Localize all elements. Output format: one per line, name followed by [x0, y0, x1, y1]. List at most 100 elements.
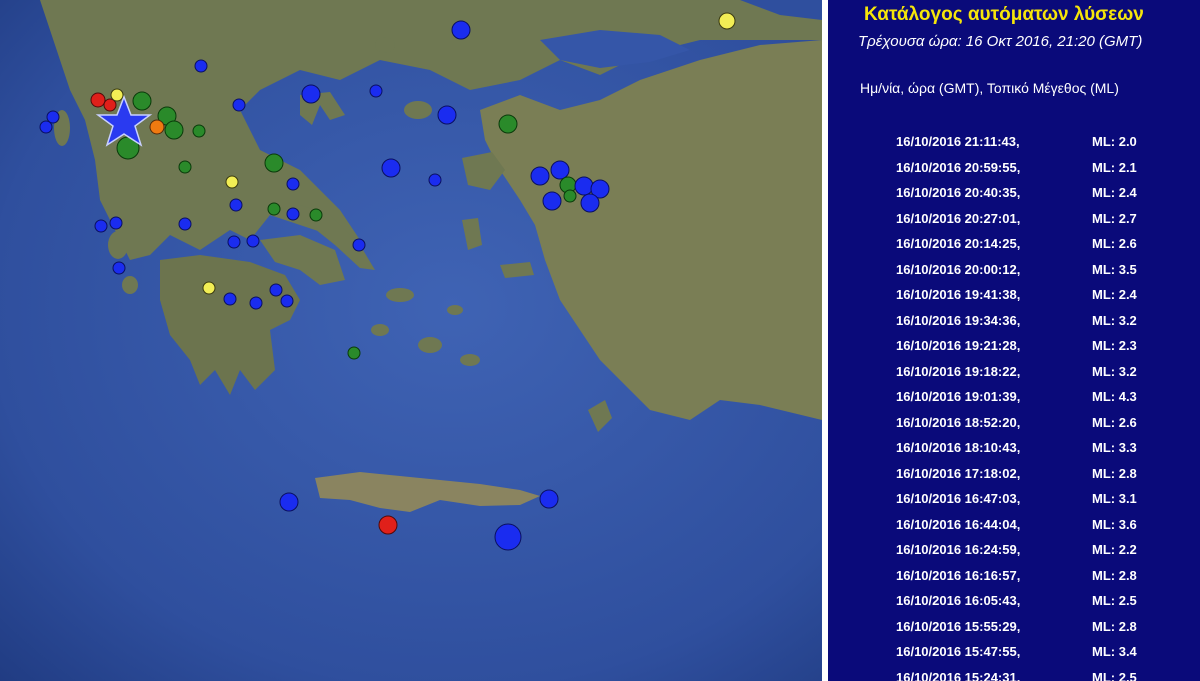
event-magnitude: ML: 3.5	[1092, 261, 1137, 277]
event-row[interactable]: 16/10/2016 18:10:43, ML: 3.3	[896, 435, 1137, 461]
quake-marker[interactable]	[451, 20, 471, 40]
event-row[interactable]: 16/10/2016 21:11:43, ML: 2.0	[896, 129, 1137, 155]
event-row[interactable]: 16/10/2016 20:59:55, ML: 2.1	[896, 155, 1137, 181]
quake-marker[interactable]	[574, 176, 594, 196]
event-magnitude: ML: 3.2	[1092, 312, 1137, 328]
event-datetime: 16/10/2016 16:05:43,	[896, 593, 1021, 608]
quake-marker[interactable]	[428, 173, 442, 187]
event-row[interactable]: 16/10/2016 16:05:43, ML: 2.5	[896, 588, 1137, 614]
event-datetime: 16/10/2016 19:41:38,	[896, 287, 1021, 302]
quake-marker[interactable]	[550, 160, 570, 180]
event-row[interactable]: 16/10/2016 15:55:29, ML: 2.8	[896, 614, 1137, 640]
event-magnitude: ML: 2.4	[1092, 287, 1137, 302]
event-row[interactable]: 16/10/2016 19:41:38, ML: 2.4	[896, 282, 1137, 308]
quake-marker[interactable]	[347, 346, 361, 360]
event-row[interactable]: 16/10/2016 16:47:03, ML: 3.1	[896, 486, 1137, 512]
quake-marker[interactable]	[279, 492, 299, 512]
catalog-panel: Κατάλογος αυτόματων λύσεων Τρέχουσα ώρα:…	[828, 0, 1200, 681]
quake-marker[interactable]	[267, 202, 281, 216]
quake-marker[interactable]	[110, 88, 124, 102]
quake-marker[interactable]	[718, 12, 736, 30]
seismic-map[interactable]	[0, 0, 822, 681]
event-row[interactable]: 16/10/2016 16:24:59, ML: 2.2	[896, 537, 1137, 563]
event-magnitude: ML: 2.5	[1092, 669, 1137, 681]
quake-marker[interactable]	[202, 281, 216, 295]
land-zakynthos	[122, 276, 138, 294]
event-row[interactable]: 16/10/2016 20:40:35, ML: 2.4	[896, 180, 1137, 206]
event-row[interactable]: 16/10/2016 20:27:01, ML: 2.7	[896, 206, 1137, 232]
event-magnitude: ML: 2.2	[1092, 542, 1137, 557]
land-cyclades-3	[371, 324, 389, 336]
quake-marker[interactable]	[309, 208, 323, 222]
event-datetime: 16/10/2016 20:00:12,	[896, 261, 1021, 277]
event-row[interactable]: 16/10/2016 20:00:12, ML: 3.5	[896, 257, 1137, 283]
event-datetime: 16/10/2016 16:16:57,	[896, 567, 1021, 583]
event-row[interactable]: 16/10/2016 20:14:25, ML: 2.6	[896, 231, 1137, 257]
quake-marker[interactable]	[112, 261, 126, 275]
event-row[interactable]: 16/10/2016 19:34:36, ML: 3.2	[896, 308, 1137, 334]
quake-marker[interactable]	[269, 283, 283, 297]
event-row[interactable]: 16/10/2016 16:16:57, ML: 2.8	[896, 563, 1137, 589]
event-row[interactable]: 16/10/2016 19:01:39, ML: 4.3	[896, 384, 1137, 410]
quake-marker[interactable]	[369, 84, 383, 98]
quake-marker[interactable]	[178, 217, 192, 231]
event-datetime: 16/10/2016 18:52:20,	[896, 414, 1021, 430]
quake-marker[interactable]	[132, 91, 152, 111]
quake-marker[interactable]	[109, 216, 123, 230]
quake-marker[interactable]	[227, 235, 241, 249]
quake-marker[interactable]	[94, 219, 108, 233]
map-canvas	[0, 0, 822, 681]
quake-marker[interactable]	[437, 105, 457, 125]
event-row[interactable]: 16/10/2016 18:52:20, ML: 2.6	[896, 410, 1137, 436]
event-magnitude: ML: 2.4	[1092, 185, 1137, 200]
event-datetime: 16/10/2016 15:24:31,	[896, 669, 1021, 681]
event-datetime: 16/10/2016 20:59:55,	[896, 159, 1021, 175]
quake-marker[interactable]	[542, 191, 562, 211]
event-magnitude: ML: 3.4	[1092, 644, 1137, 659]
event-row[interactable]: 16/10/2016 19:18:22, ML: 3.2	[896, 359, 1137, 385]
event-magnitude: ML: 2.6	[1092, 414, 1137, 430]
event-row[interactable]: 16/10/2016 19:21:28, ML: 2.3	[896, 333, 1137, 359]
quake-marker[interactable]	[232, 98, 246, 112]
event-row[interactable]: 16/10/2016 16:44:04, ML: 3.6	[896, 512, 1137, 538]
quake-marker[interactable]	[301, 84, 321, 104]
quake-marker[interactable]	[229, 198, 243, 212]
quake-marker[interactable]	[530, 166, 550, 186]
quake-marker[interactable]	[194, 59, 208, 73]
quake-marker[interactable]	[381, 158, 401, 178]
quake-marker[interactable]	[563, 189, 577, 203]
event-row[interactable]: 16/10/2016 15:47:55, ML: 3.4	[896, 639, 1137, 665]
event-magnitude: ML: 2.7	[1092, 210, 1137, 226]
event-magnitude: ML: 2.8	[1092, 567, 1137, 583]
quake-marker[interactable]	[286, 177, 300, 191]
quake-marker[interactable]	[280, 294, 294, 308]
event-row[interactable]: 16/10/2016 15:24:31, ML: 2.5	[896, 665, 1137, 681]
event-datetime: 16/10/2016 20:14:25,	[896, 236, 1021, 251]
quake-marker[interactable]	[246, 234, 260, 248]
quake-marker[interactable]	[580, 193, 600, 213]
event-list: 16/10/2016 21:11:43, ML: 2.0 16/10/2016 20…	[896, 129, 1137, 681]
land-cyclades-2	[418, 337, 442, 353]
event-row[interactable]: 16/10/2016 17:18:02, ML: 2.8	[896, 461, 1137, 487]
quake-marker[interactable]	[264, 153, 284, 173]
quake-marker[interactable]	[494, 523, 522, 551]
quake-marker[interactable]	[539, 489, 559, 509]
quake-marker[interactable]	[178, 160, 192, 174]
quake-marker[interactable]	[378, 515, 398, 535]
land-thasos	[375, 37, 395, 53]
land-lemnos	[404, 101, 432, 119]
quake-marker[interactable]	[192, 124, 206, 138]
event-datetime: 16/10/2016 18:10:43,	[896, 440, 1021, 455]
quake-marker[interactable]	[352, 238, 366, 252]
quake-marker[interactable]	[225, 175, 239, 189]
quake-marker[interactable]	[164, 120, 184, 140]
quake-marker[interactable]	[149, 119, 165, 135]
quake-marker[interactable]	[223, 292, 237, 306]
quake-marker[interactable]	[39, 120, 53, 134]
quake-marker[interactable]	[249, 296, 263, 310]
quake-marker[interactable]	[498, 114, 518, 134]
event-datetime: 16/10/2016 19:18:22,	[896, 363, 1021, 379]
event-magnitude: ML: 2.3	[1092, 338, 1137, 353]
quake-marker[interactable]	[90, 92, 106, 108]
quake-marker[interactable]	[286, 207, 300, 221]
